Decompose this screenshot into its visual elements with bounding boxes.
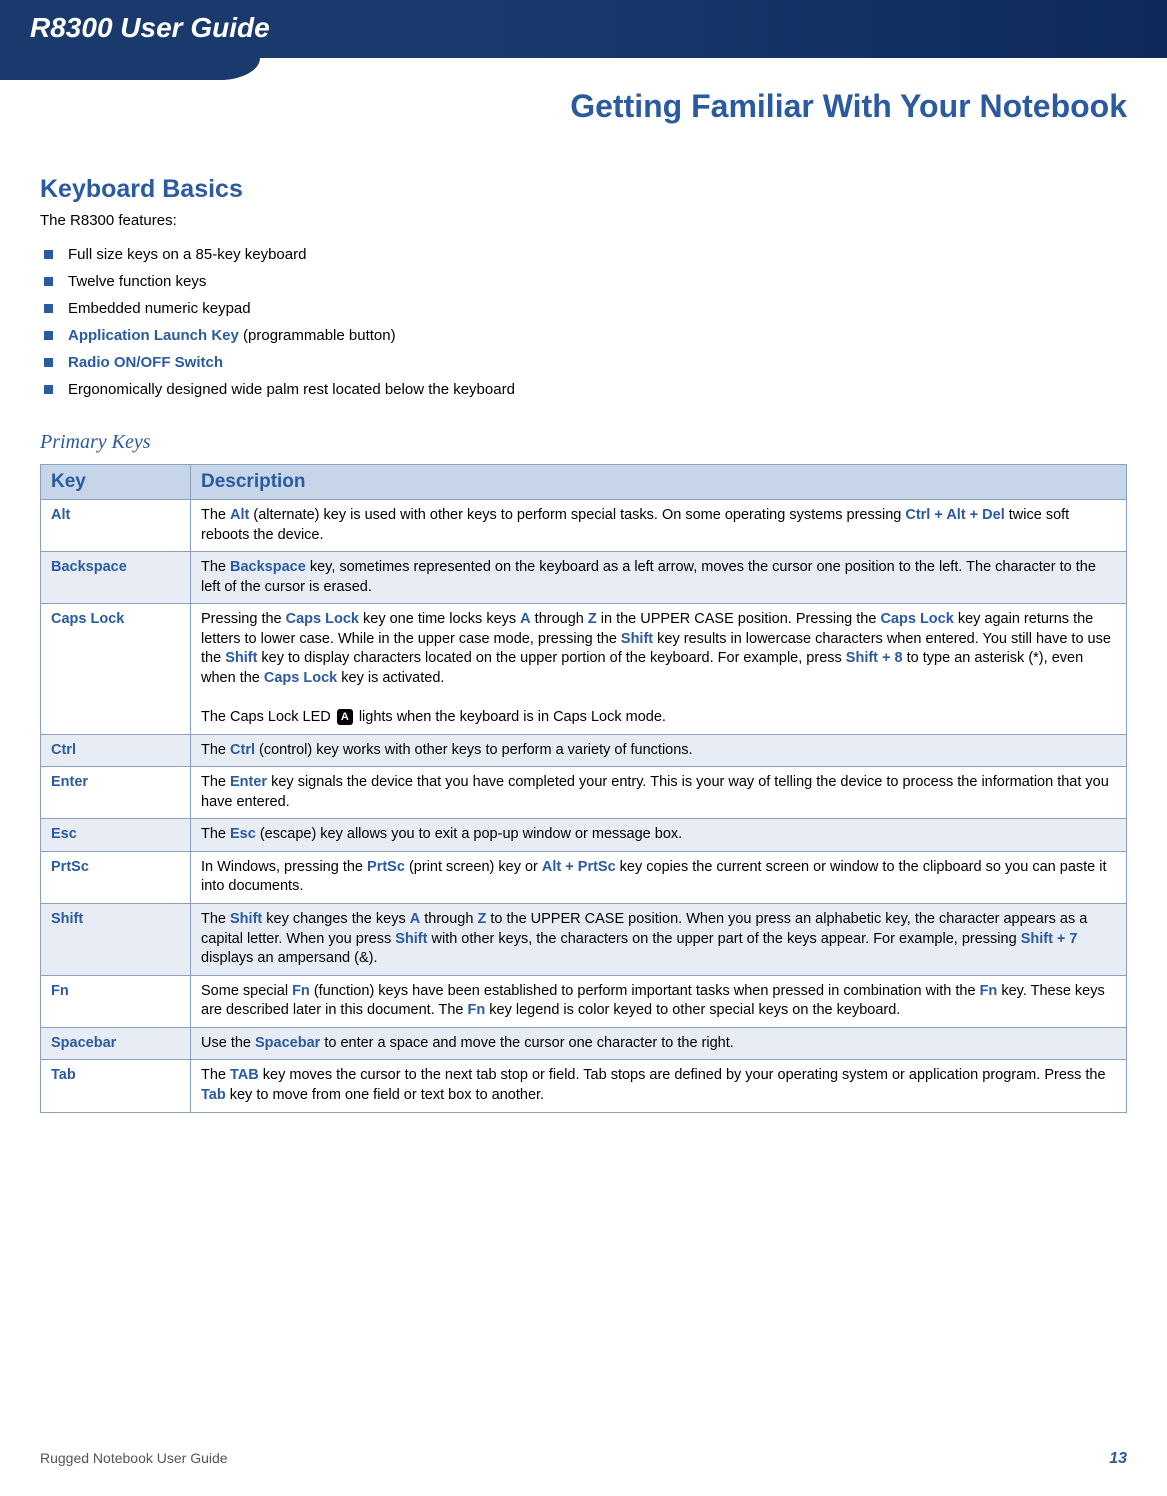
- desc-cell: The Backspace key, sometimes represented…: [191, 552, 1127, 604]
- feature-list: Full size keys on a 85-key keyboardTwelv…: [40, 241, 1127, 403]
- capslock-led-icon: A: [337, 709, 353, 725]
- key-term: Shift + 8: [846, 650, 903, 666]
- table-row: ShiftThe Shift key changes the keys A th…: [41, 904, 1127, 976]
- key-cell: Alt: [41, 500, 191, 552]
- content-area: Keyboard Basics The R8300 features: Full…: [0, 135, 1167, 1113]
- desc-cell: The Enter key signals the device that yo…: [191, 767, 1127, 819]
- key-cell: Fn: [41, 975, 191, 1027]
- key-term: Shift + 7: [1021, 931, 1078, 947]
- desc-cell: The Ctrl (control) key works with other …: [191, 734, 1127, 767]
- key-cell: Shift: [41, 904, 191, 976]
- page-footer: Rugged Notebook User Guide 13: [40, 1450, 1127, 1468]
- key-term: Caps Lock: [264, 670, 337, 686]
- desc-cell: Some special Fn (function) keys have bee…: [191, 975, 1127, 1027]
- table-row: FnSome special Fn (function) keys have b…: [41, 975, 1127, 1027]
- table-row: TabThe TAB key moves the cursor to the n…: [41, 1060, 1127, 1112]
- list-item: Radio ON/OFF Switch: [40, 349, 1127, 376]
- header-bar: R8300 User Guide: [0, 0, 1167, 58]
- key-term: Fn: [468, 1002, 486, 1018]
- header-curve: [0, 58, 1167, 80]
- section-heading: Keyboard Basics: [40, 175, 1127, 204]
- key-term: Shift: [621, 631, 653, 647]
- key-term: Fn: [292, 983, 310, 999]
- key-term: Backspace: [230, 559, 306, 575]
- table-row: BackspaceThe Backspace key, sometimes re…: [41, 552, 1127, 604]
- key-term: Caps Lock: [880, 611, 953, 627]
- key-cell: Caps Lock: [41, 604, 191, 734]
- page-number: 13: [1109, 1450, 1127, 1468]
- list-item: Full size keys on a 85-key keyboard: [40, 241, 1127, 268]
- key-term: Ctrl: [230, 742, 255, 758]
- key-term: Esc: [230, 826, 256, 842]
- table-row: PrtScIn Windows, pressing the PrtSc (pri…: [41, 851, 1127, 903]
- table-row: EnterThe Enter key signals the device th…: [41, 767, 1127, 819]
- list-item: Application Launch Key (programmable but…: [40, 322, 1127, 349]
- list-item: Ergonomically designed wide palm rest lo…: [40, 376, 1127, 403]
- key-cell: Ctrl: [41, 734, 191, 767]
- key-term: TAB: [230, 1067, 259, 1083]
- key-term: Shift: [225, 650, 257, 666]
- key-cell: Enter: [41, 767, 191, 819]
- key-cell: Esc: [41, 819, 191, 852]
- key-term: Tab: [201, 1087, 226, 1103]
- key-term: Shift: [230, 911, 262, 927]
- section-subheading: Primary Keys: [40, 431, 1127, 454]
- doc-title: R8300 User Guide: [30, 12, 1137, 44]
- key-term: Z: [477, 911, 486, 927]
- key-cell: Tab: [41, 1060, 191, 1112]
- key-term: A: [520, 611, 530, 627]
- desc-cell: The TAB key moves the cursor to the next…: [191, 1060, 1127, 1112]
- list-item: Twelve function keys: [40, 268, 1127, 295]
- key-term: Alt: [230, 507, 249, 523]
- key-term: Z: [588, 611, 597, 627]
- table-head-key: Key: [41, 465, 191, 500]
- primary-keys-table: Key Description AltThe Alt (alternate) k…: [40, 464, 1127, 1113]
- key-term: A: [410, 911, 420, 927]
- desc-cell: The Alt (alternate) key is used with oth…: [191, 500, 1127, 552]
- key-term: Alt + PrtSc: [542, 859, 616, 875]
- list-item: Embedded numeric keypad: [40, 295, 1127, 322]
- key-term: Caps Lock: [286, 611, 359, 627]
- key-cell: PrtSc: [41, 851, 191, 903]
- desc-cell: The Shift key changes the keys A through…: [191, 904, 1127, 976]
- key-cell: Backspace: [41, 552, 191, 604]
- desc-cell: In Windows, pressing the PrtSc (print sc…: [191, 851, 1127, 903]
- feature-link-text: Application Launch Key: [68, 327, 239, 344]
- intro-line: The R8300 features:: [40, 212, 1127, 229]
- key-term: Ctrl + Alt + Del: [905, 507, 1004, 523]
- feature-link-text: Radio ON/OFF Switch: [68, 354, 223, 371]
- key-term: Shift: [395, 931, 427, 947]
- key-term: PrtSc: [367, 859, 405, 875]
- table-row: SpacebarUse the Spacebar to enter a spac…: [41, 1027, 1127, 1060]
- desc-cell: Use the Spacebar to enter a space and mo…: [191, 1027, 1127, 1060]
- table-row: Caps LockPressing the Caps Lock key one …: [41, 604, 1127, 734]
- table-head-desc: Description: [191, 465, 1127, 500]
- table-row: AltThe Alt (alternate) key is used with …: [41, 500, 1127, 552]
- key-term: Enter: [230, 774, 267, 790]
- table-row: CtrlThe Ctrl (control) key works with ot…: [41, 734, 1127, 767]
- desc-cell: Pressing the Caps Lock key one time lock…: [191, 604, 1127, 734]
- key-term: Spacebar: [255, 1035, 320, 1051]
- table-row: EscThe Esc (escape) key allows you to ex…: [41, 819, 1127, 852]
- desc-cell: The Esc (escape) key allows you to exit …: [191, 819, 1127, 852]
- key-cell: Spacebar: [41, 1027, 191, 1060]
- key-term: Fn: [980, 983, 998, 999]
- footer-left: Rugged Notebook User Guide: [40, 1450, 228, 1468]
